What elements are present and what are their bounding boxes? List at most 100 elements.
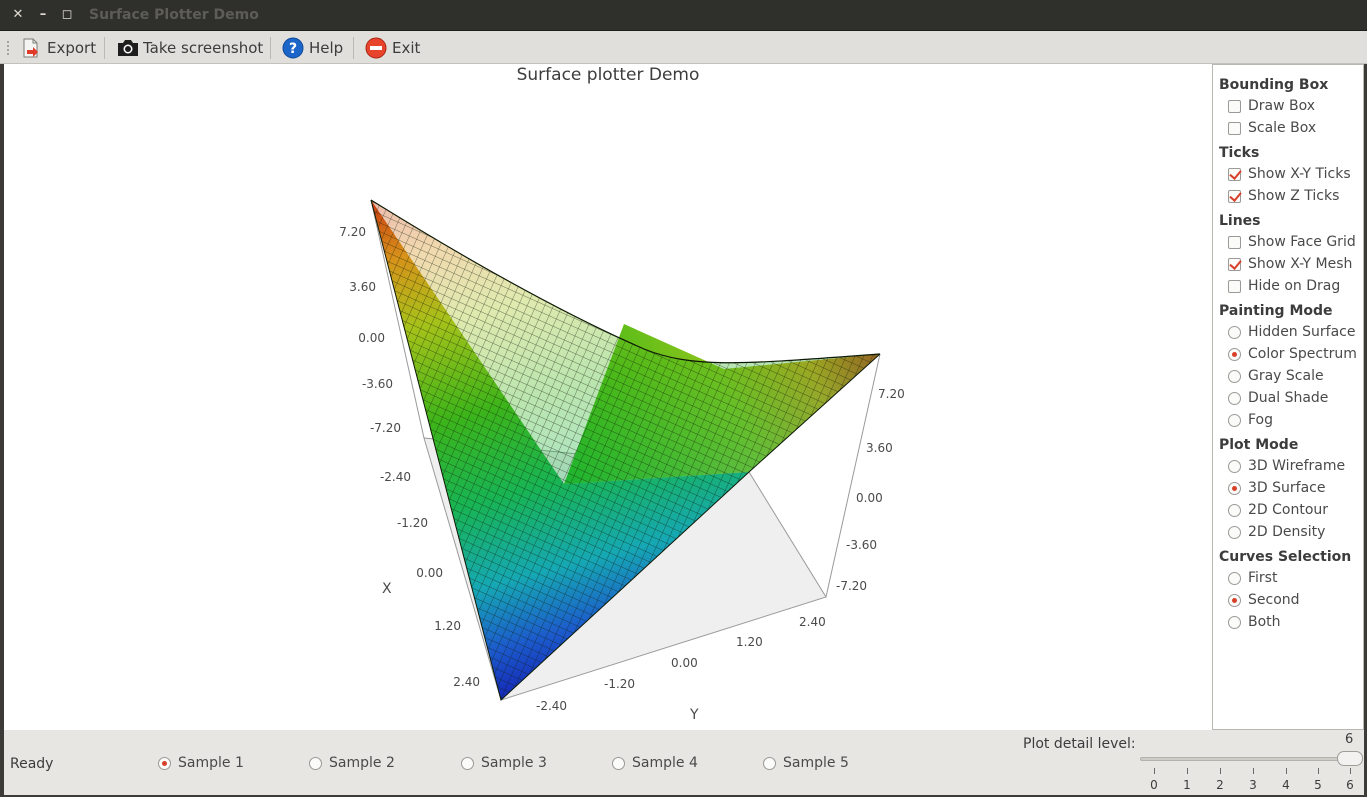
toolbar: Export Take screenshot ? Help Exit	[0, 31, 1367, 64]
dual-shade-radio[interactable]: Dual Shade	[1228, 388, 1328, 408]
y-tick-label: -2.40	[536, 699, 567, 713]
2d-contour-radio[interactable]: 2D Contour	[1228, 500, 1328, 520]
sample-5-radio[interactable]: Sample 5	[763, 755, 849, 771]
option-label: Fog	[1248, 412, 1274, 428]
slider-tick	[1318, 768, 1319, 774]
option-label: 3D Surface	[1248, 480, 1326, 496]
checkbox-box	[1228, 121, 1241, 135]
slider-tick-label: 2	[1216, 778, 1224, 792]
surface-plot[interactable]: 7.20 3.60 0.00 -3.60 -7.20 -2.40 -1.20 0…	[4, 64, 1212, 730]
sample-label: Sample 3	[481, 755, 547, 771]
export-label: Export	[47, 39, 97, 57]
second-curve-radio[interactable]: Second	[1228, 590, 1300, 610]
show-face-grid-checkbox[interactable]: Show Face Grid	[1228, 232, 1356, 252]
minimize-icon[interactable]: –	[35, 7, 51, 23]
z-tick-label: 3.60	[349, 280, 376, 294]
plot-detail-slider-track[interactable]	[1140, 757, 1350, 761]
option-label: Show X-Y Ticks	[1248, 166, 1351, 182]
option-label: Color Spectrum	[1248, 346, 1357, 362]
radio-circle	[1228, 325, 1241, 339]
slider-tick-label: 4	[1282, 778, 1290, 792]
slider-tick	[1253, 768, 1254, 774]
status-text: Ready	[10, 756, 54, 772]
x-axis-label: X	[382, 581, 392, 597]
option-label: Hidden Surface	[1248, 324, 1356, 340]
fog-radio[interactable]: Fog	[1228, 410, 1273, 430]
plot-detail-value: 6	[1345, 732, 1354, 747]
z-tick-label: 0.00	[358, 331, 385, 345]
radio-circle	[612, 756, 625, 770]
radio-circle	[1228, 459, 1241, 473]
toolbar-grip[interactable]	[7, 41, 10, 55]
3d-surface-radio[interactable]: 3D Surface	[1228, 478, 1325, 498]
first-curve-radio[interactable]: First	[1228, 568, 1277, 588]
option-label: Show Z Ticks	[1248, 188, 1340, 204]
radio-circle	[461, 756, 474, 770]
z-tick-label: -7.20	[836, 579, 867, 593]
toolbar-separator	[270, 37, 271, 59]
option-label: Draw Box	[1248, 98, 1316, 114]
radio-circle	[1228, 481, 1241, 495]
slider-tick	[1187, 768, 1188, 774]
both-curves-radio[interactable]: Both	[1228, 612, 1281, 632]
option-label: Scale Box	[1248, 120, 1317, 136]
sample-3-radio[interactable]: Sample 3	[461, 755, 547, 771]
z-tick-label: -3.60	[362, 377, 393, 391]
option-label: Gray Scale	[1248, 368, 1324, 384]
color-spectrum-radio[interactable]: Color Spectrum	[1228, 344, 1357, 364]
hidden-surface-radio[interactable]: Hidden Surface	[1228, 322, 1355, 342]
radio-circle	[1228, 503, 1241, 517]
draw-box-checkbox[interactable]: Draw Box	[1228, 96, 1315, 116]
y-tick-label: 1.20	[736, 635, 763, 649]
exit-button[interactable]: Exit	[365, 35, 420, 61]
checkbox-box	[1228, 189, 1241, 203]
show-xy-mesh-checkbox[interactable]: Show X-Y Mesh	[1228, 254, 1352, 274]
sample-label: Sample 5	[783, 755, 849, 771]
sample-1-radio[interactable]: Sample 1	[158, 755, 244, 771]
radio-circle	[1228, 347, 1241, 361]
slider-tick-label: 6	[1346, 778, 1354, 792]
slider-tick-label: 5	[1314, 778, 1322, 792]
x-tick-label: 2.40	[453, 675, 480, 689]
plot-canvas[interactable]: 7.20 3.60 0.00 -3.60 -7.20 -2.40 -1.20 0…	[4, 64, 1212, 730]
option-label: Second	[1248, 592, 1300, 608]
take-screenshot-button[interactable]: Take screenshot	[116, 35, 263, 61]
z-tick-label: 7.20	[878, 387, 905, 401]
slider-tick-label: 3	[1249, 778, 1257, 792]
hide-on-drag-checkbox[interactable]: Hide on Drag	[1228, 276, 1340, 296]
svg-text:?: ?	[289, 41, 297, 57]
show-xy-ticks-checkbox[interactable]: Show X-Y Ticks	[1228, 164, 1351, 184]
plot-title: Surface plotter Demo	[516, 65, 700, 85]
checkbox-box	[1228, 99, 1241, 113]
take-screenshot-label: Take screenshot	[143, 39, 264, 57]
maximize-icon[interactable]: ◻	[59, 7, 75, 23]
section-bounding-box: Bounding Box	[1219, 77, 1329, 93]
checkbox-box	[1228, 257, 1241, 271]
slider-tick-label: 0	[1150, 778, 1158, 792]
option-label: Hide on Drag	[1248, 278, 1341, 294]
radio-circle	[1228, 525, 1241, 539]
gray-scale-radio[interactable]: Gray Scale	[1228, 366, 1324, 386]
help-button[interactable]: ? Help	[282, 35, 343, 61]
status-bar: Ready Sample 1 Sample 2 Sample 3 Sample …	[4, 730, 1364, 795]
z-tick-label: 3.60	[866, 441, 893, 455]
sample-2-radio[interactable]: Sample 2	[309, 755, 395, 771]
section-curves-selection: Curves Selection	[1219, 549, 1352, 565]
sample-label: Sample 1	[178, 755, 244, 771]
option-label: Show Face Grid	[1248, 234, 1356, 250]
export-button[interactable]: Export	[20, 35, 96, 61]
3d-wireframe-radio[interactable]: 3D Wireframe	[1228, 456, 1345, 476]
plot-detail-slider-thumb[interactable]	[1337, 751, 1363, 766]
close-icon[interactable]: ✕	[10, 7, 26, 23]
sample-4-radio[interactable]: Sample 4	[612, 755, 698, 771]
show-z-ticks-checkbox[interactable]: Show Z Ticks	[1228, 186, 1339, 206]
exit-label: Exit	[392, 39, 421, 57]
z-tick-label: 0.00	[856, 491, 883, 505]
z-tick-label: -3.60	[846, 538, 877, 552]
section-plot-mode: Plot Mode	[1219, 437, 1299, 453]
scale-box-checkbox[interactable]: Scale Box	[1228, 118, 1316, 138]
option-label: Dual Shade	[1248, 390, 1329, 406]
radio-circle	[158, 756, 171, 770]
2d-density-radio[interactable]: 2D Density	[1228, 522, 1325, 542]
exit-icon	[365, 37, 387, 59]
